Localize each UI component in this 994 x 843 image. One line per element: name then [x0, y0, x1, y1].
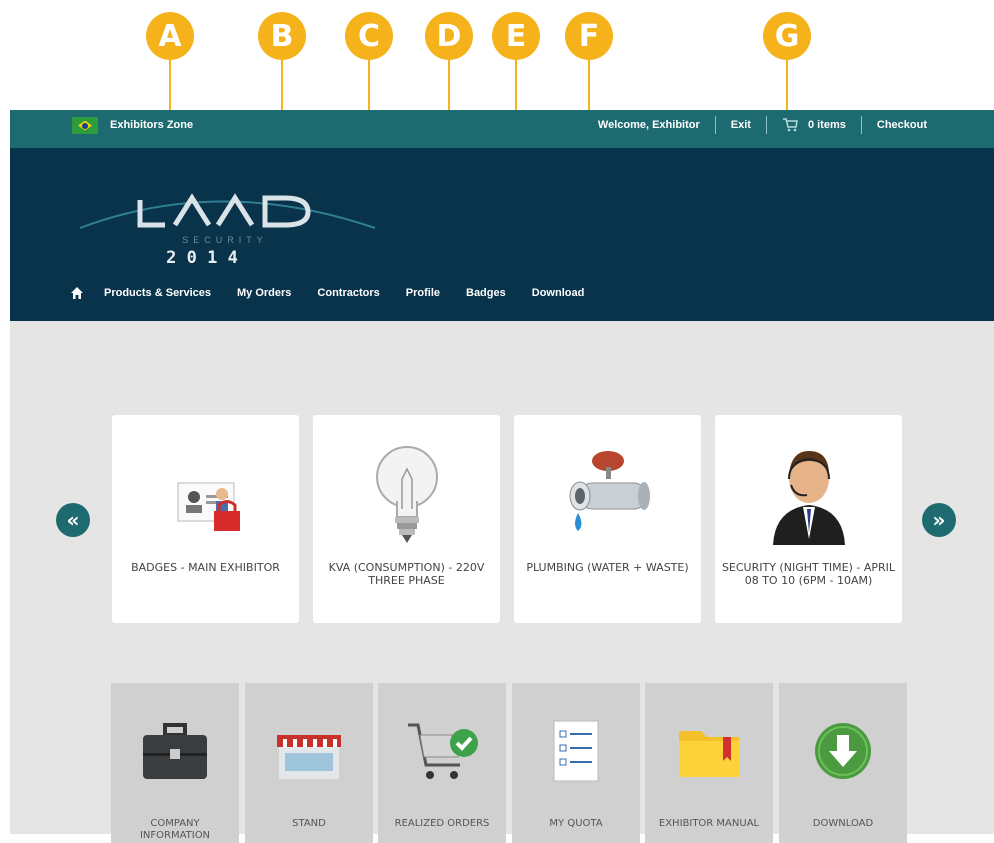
nav-products-services[interactable]: Products & Services: [104, 287, 211, 299]
annotation-markers: A B C D E F G: [0, 0, 994, 296]
tile-label: REALIZED ORDERS: [394, 818, 490, 829]
carousel-next-button[interactable]: »: [922, 503, 956, 537]
tile-label: DOWNLOAD: [812, 818, 874, 829]
welcome-text: Welcome, Exhibitor: [597, 119, 700, 131]
account-links: Welcome, Exhibitor Exit 0 items Checkout: [583, 110, 942, 140]
marker-g-line: [786, 58, 788, 118]
top-bar: Exhibitors Zone Welcome, Exhibitor Exit …: [10, 110, 994, 148]
tile-label: EXHIBITOR MANUAL: [658, 818, 760, 829]
folder-icon: [679, 731, 739, 777]
product-card-security[interactable]: SECURITY (NIGHT TIME) - APRIL 08 TO 10 (…: [715, 415, 902, 623]
tile-my-quota[interactable]: MY QUOTA: [512, 683, 640, 843]
checklist-icon: [553, 720, 599, 782]
marker-b: B: [258, 12, 306, 60]
marker-e: E: [492, 12, 540, 60]
site-header: SECURITY 2 0 1 4 Products & Services My …: [10, 148, 994, 321]
laad-logo[interactable]: SECURITY 2 0 1 4: [70, 170, 380, 280]
tile-company-information[interactable]: COMPANY INFORMATION: [111, 683, 239, 843]
main-content: « » BADGES - MAIN EXHIBITOR KVA (CONSUMP…: [10, 321, 994, 843]
exhibitors-zone-label: Exhibitors Zone: [110, 119, 194, 131]
tile-stand[interactable]: STAND: [245, 683, 373, 843]
badge-icon: [177, 482, 240, 531]
faucet-icon: [569, 451, 650, 531]
tile-label: STAND: [292, 818, 326, 829]
cart-count: 0 items: [807, 119, 846, 131]
nav-contractors[interactable]: Contractors: [317, 287, 379, 299]
security-guard-icon: [772, 451, 845, 545]
brazil-flag-icon: [72, 117, 98, 134]
marker-c: C: [345, 12, 393, 60]
lightbulb-icon: [375, 446, 438, 543]
marker-a: A: [146, 12, 194, 60]
product-label: BADGES - MAIN EXHIBITOR: [131, 561, 280, 574]
briefcase-icon: [143, 723, 207, 779]
tile-realized-orders[interactable]: REALIZED ORDERS: [378, 683, 506, 843]
marker-f: F: [565, 12, 613, 60]
product-card-kva[interactable]: KVA (CONSUMPTION) - 220V THREE PHASE: [313, 415, 500, 623]
marker-d: D: [425, 12, 473, 60]
logo-subtitle: SECURITY: [182, 235, 268, 245]
cart-link[interactable]: 0 items: [765, 116, 861, 134]
logo-year: 2 0 1 4: [166, 248, 238, 268]
product-card-badges[interactable]: BADGES - MAIN EXHIBITOR: [112, 415, 299, 623]
nav-badges[interactable]: Badges: [466, 287, 506, 299]
tile-label: COMPANY INFORMATION: [139, 818, 211, 841]
cart-check-icon: [408, 723, 478, 779]
product-card-plumbing[interactable]: PLUMBING (WATER + WASTE): [514, 415, 701, 623]
product-label: PLUMBING (WATER + WASTE): [526, 561, 689, 574]
exit-link[interactable]: Exit: [714, 116, 766, 134]
tile-label: MY QUOTA: [549, 818, 603, 829]
checkout-link[interactable]: Checkout: [860, 116, 942, 134]
main-nav: Products & Services My Orders Contractor…: [70, 286, 610, 300]
download-icon: [815, 723, 871, 779]
home-icon[interactable]: [70, 286, 84, 300]
nav-download[interactable]: Download: [532, 287, 585, 299]
carousel-prev-button[interactable]: «: [56, 503, 90, 537]
tile-download[interactable]: DOWNLOAD: [779, 683, 907, 843]
product-label: KVA (CONSUMPTION) - 220V THREE PHASE: [328, 561, 485, 587]
nav-profile[interactable]: Profile: [406, 287, 440, 299]
product-label: SECURITY (NIGHT TIME) - APRIL 08 TO 10 (…: [721, 561, 896, 587]
tile-exhibitor-manual[interactable]: EXHIBITOR MANUAL: [645, 683, 773, 843]
marker-g: G: [763, 12, 811, 60]
store-icon: [277, 735, 341, 779]
shopping-cart-icon: [782, 118, 798, 132]
nav-my-orders[interactable]: My Orders: [237, 287, 291, 299]
